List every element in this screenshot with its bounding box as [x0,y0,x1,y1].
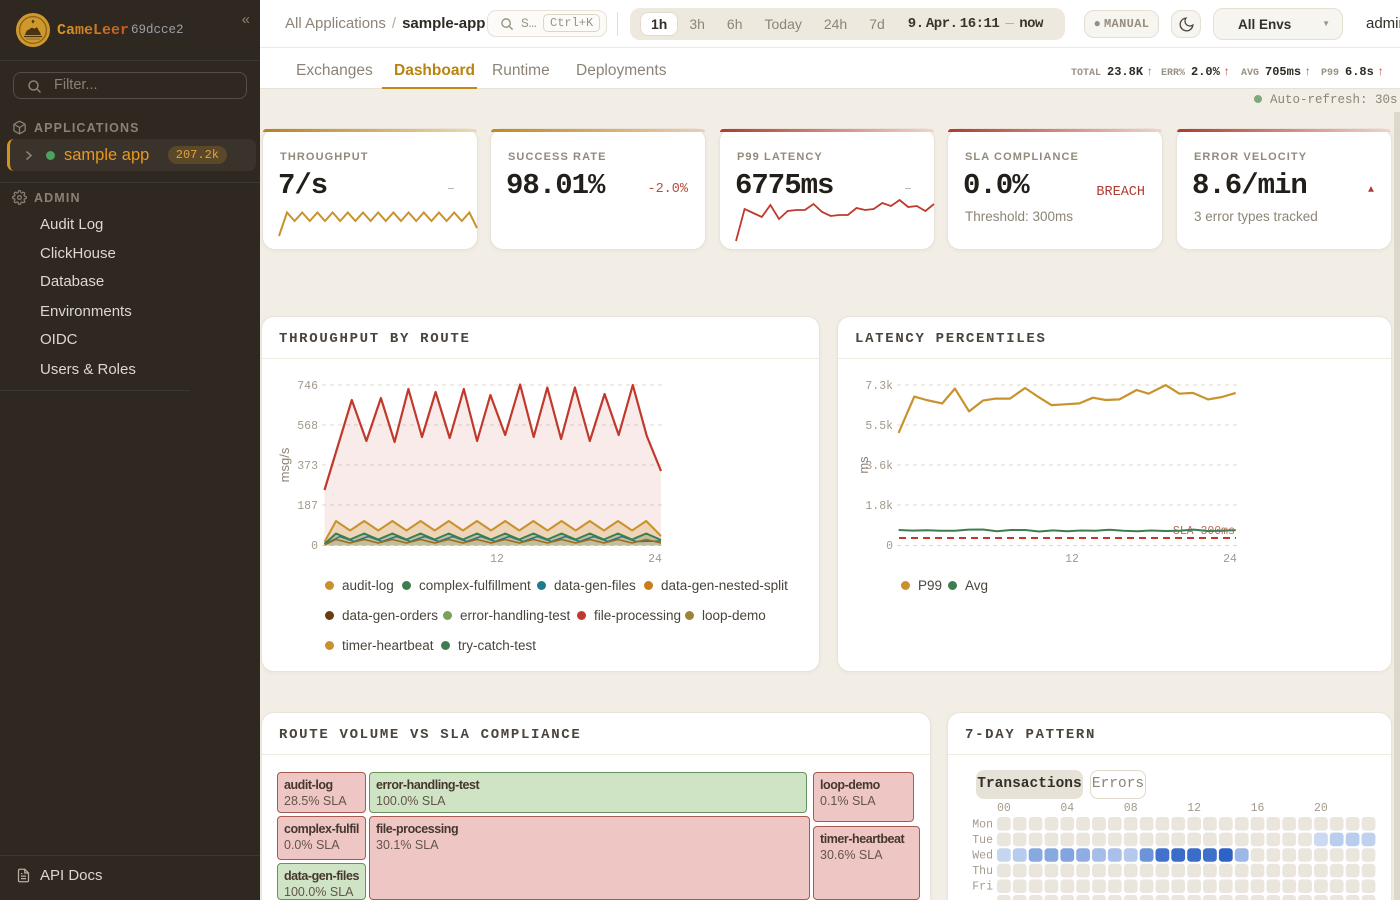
svg-text:08: 08 [1124,802,1138,815]
svg-text:Thu: Thu [972,865,993,878]
svg-text:746: 746 [297,380,318,393]
svg-text:12: 12 [490,553,504,566]
svg-text:5.5k: 5.5k [865,420,893,433]
svg-text:1.8k: 1.8k [865,500,893,513]
svg-text:00: 00 [997,802,1011,815]
svg-text:12: 12 [1187,802,1201,815]
svg-text:04: 04 [1060,802,1074,815]
svg-text:20: 20 [1314,802,1328,815]
svg-text:16: 16 [1251,802,1265,815]
svg-text:7.3k: 7.3k [865,380,893,393]
svg-text:24: 24 [1223,553,1237,566]
svg-text:Wed: Wed [972,850,993,863]
svg-text:187: 187 [297,500,318,513]
svg-text:Mon: Mon [972,818,993,831]
svg-text:0: 0 [311,540,318,553]
svg-text:0: 0 [886,540,893,553]
svg-text:msg/s: msg/s [277,447,292,482]
svg-text:Fri: Fri [972,881,993,894]
svg-text:ms: ms [856,456,871,474]
svg-text:568: 568 [297,420,318,433]
svg-text:12: 12 [1065,553,1079,566]
svg-text:24: 24 [648,553,662,566]
svg-text:373: 373 [297,460,318,473]
svg-text:Tue: Tue [972,834,993,847]
